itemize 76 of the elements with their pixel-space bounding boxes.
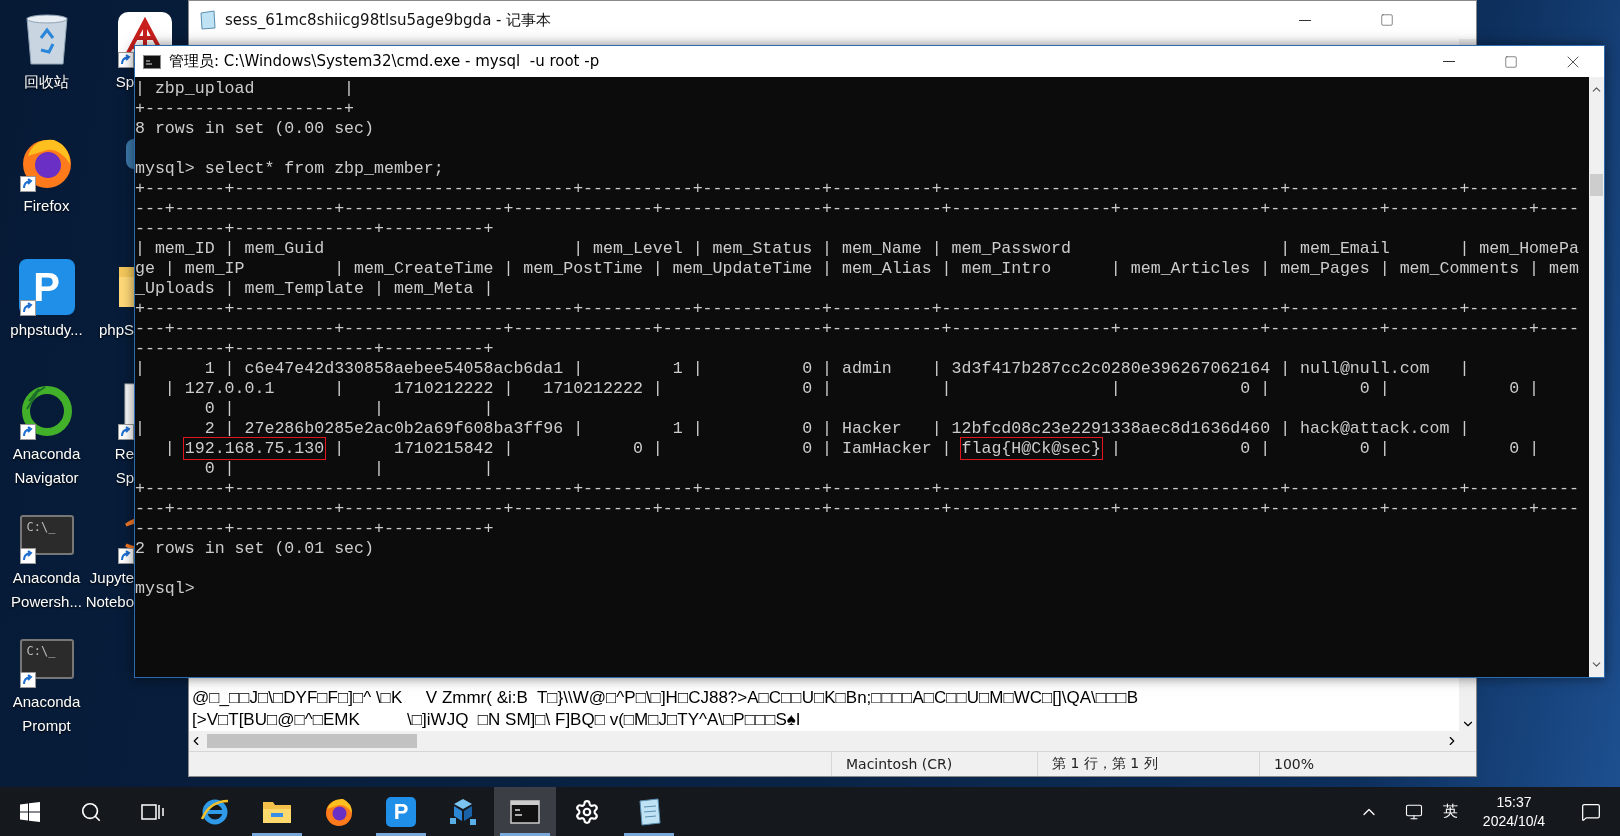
terminal-line: mysql> (135, 579, 196, 599)
windows-logo-icon (20, 801, 40, 822)
terminal-line: 8 rows in set (0.00 sec) (135, 119, 375, 139)
highlighted-value: 192.168.75.130 (184, 439, 325, 458)
cubes-icon (448, 796, 478, 827)
minimize-icon (1443, 61, 1455, 62)
terminal-line: _Uploads | mem_Template | mem_Meta | (135, 279, 495, 299)
terminal-icon: C:\_ (19, 639, 74, 679)
terminal-line: +--------+----------------------------------+-----------+------------+----------+----------------------------------+-----------------+----------- (135, 299, 1580, 319)
scrollbar-thumb[interactable] (207, 734, 417, 748)
icon-label[interactable]: Notebo (85, 592, 134, 612)
icon-label[interactable]: Anaconda (12, 444, 81, 464)
terminal-line: 2 rows in set (0.01 sec) (135, 539, 375, 559)
phpstudy-icon: P (18, 259, 75, 315)
terminal-icon (143, 54, 161, 69)
maximize-icon (1504, 54, 1518, 69)
text-line: [>V□T[BU□@□^□EMK \□]iWJQ □N SM]□\ F]BQ□ v(□M□J□TY^A\□P□□□S♠I (192, 709, 802, 731)
icon-label[interactable]: Powersh... (11, 592, 82, 612)
icon-label[interactable]: Jupyte (89, 568, 134, 588)
terminal-text: | 1710215842 | 0 | 0 | IamHacker | (333, 439, 953, 458)
terminal-icon (510, 799, 540, 824)
window-title: 管理员: C:\Windows\System32\cmd.exe - mysql -u root -p (169, 52, 601, 71)
highlighted-value: flag{H@Ck@sec} (961, 439, 1101, 458)
terminal-line: +--------+----------------------------------+-----------+------------+----------+----------------------------------+-----------------+----------- (135, 179, 1580, 199)
firefox-icon (324, 796, 354, 827)
terminal-line: mysql> select* from zbp_member; (135, 159, 445, 179)
notepad-icon (199, 10, 217, 30)
icon-label[interactable]: Firefox (23, 196, 70, 216)
clock[interactable]: 15:37 2024/10/4 (1466, 787, 1562, 836)
terminal-icon: C:\_ (19, 515, 74, 555)
terminal-line: | 127.0.0.1 | 1710212222 | 1710212222 | 0 | | | 0 | 0 | 0 | (163, 379, 1541, 399)
phpstudy-icon: P (386, 796, 416, 827)
icon-label[interactable]: Sp (115, 72, 134, 92)
terminal-line: ---------+--------------+----------+ (135, 519, 495, 539)
task-view-icon (141, 801, 165, 822)
taskbar-app-button[interactable] (494, 787, 556, 836)
icon-label[interactable]: Anaconda (12, 692, 81, 712)
clock-time: 15:37 (1496, 793, 1532, 811)
terminal-line: | zbp_upload | (135, 79, 356, 99)
terminal-line: 0 | | | (203, 399, 495, 419)
icon-label[interactable]: 回收站 (24, 72, 69, 92)
terminal-line: | 2 | 27e286b0285e2ac0b2a69f608ba3ff96 | 1 | 0 | Hacker | 12bfcd08c23e2291338aec8d1636d460 | hack@attack.com | (135, 419, 1471, 439)
terminal-line: 0 | | | (203, 459, 495, 479)
terminal-text: | (163, 439, 176, 458)
icon-label[interactable]: Re (114, 444, 134, 464)
terminal-line: | 1 | c6e47e42d330858aebee54058acb6da1 | 1 | 0 | admin | 3d3f417b287cc2c0280e396267062164 | null@null.com | (135, 359, 1471, 379)
minimize-icon (1299, 19, 1311, 21)
terminal-line: ---------+--------------+----------+ (135, 339, 495, 359)
maximize-icon (1380, 13, 1394, 27)
terminal-line: +--------+----------------------------------+-----------+------------+----------+----------------------------------+-----------------+----------- (135, 479, 1580, 499)
terminal-text: | 0 | 0 | 0 | (1109, 439, 1540, 458)
settings-icon (574, 798, 600, 825)
text-line: @□_□□J□\□DYF□F□]□^ \□K V Zmmr( &i:B T□}\\W@□^P□\□]H□CJ88?>A□C□□U□K□Bn;□□□□A□C□□U□M□WC□[]\QA\□□□B (192, 687, 1139, 709)
search-icon (80, 800, 102, 823)
icon-label[interactable]: Sp (115, 468, 134, 488)
terminal-line: ---+----------------+----------------+--------------+----------------+-----------+----------------+--------------+-----------+--------------+---- (135, 499, 1580, 519)
icon-label[interactable]: Prompt (22, 716, 71, 736)
terminal-line: ge | mem_IP | mem_CreateTime | mem_PostTime | mem_UpdateTime | mem_Alias | mem_Intro | mem_Articles | mem_Pages | mem_Comments | mem (135, 259, 1580, 279)
status-text: 100% (1259, 752, 1476, 776)
icon-label[interactable]: phpstudy... (10, 320, 83, 340)
terminal-line: ---------+--------------+----------+ (135, 219, 495, 239)
input-method-button[interactable]: 英 (1434, 787, 1466, 836)
terminal-line: ---+----------------+----------------+--------------+----------------+-----------+----------------+--------------+-----------+--------------+---- (135, 199, 1580, 219)
clock-date: 2024/10/4 (1482, 812, 1546, 830)
icon-label[interactable]: phpS (98, 320, 134, 340)
terminal-line: | mem_ID | mem_Guid | mem_Level | mem_Status | mem_Name | mem_Password | mem_Email | mem_HomePa (135, 239, 1580, 259)
scrollbar-thumb[interactable] (1590, 174, 1603, 196)
window-title: sess_61mc8shiicg98tlsu5age9bgda - 记事本 (225, 10, 553, 30)
icon-label[interactable]: Navigator (14, 468, 79, 488)
icon-label[interactable]: Anaconda (12, 568, 81, 588)
terminal-line: ---+----------------+----------------+--------------+----------------+-----------+----------------+--------------+-----------+--------------+---- (135, 319, 1580, 339)
monitor-icon (1405, 802, 1423, 821)
status-text: 第 1 行，第 1 列 (1037, 752, 1259, 776)
terminal-line: +--------------------+ (135, 99, 356, 119)
status-text: Macintosh (CR) (831, 752, 1037, 776)
notification-icon (1581, 801, 1601, 822)
